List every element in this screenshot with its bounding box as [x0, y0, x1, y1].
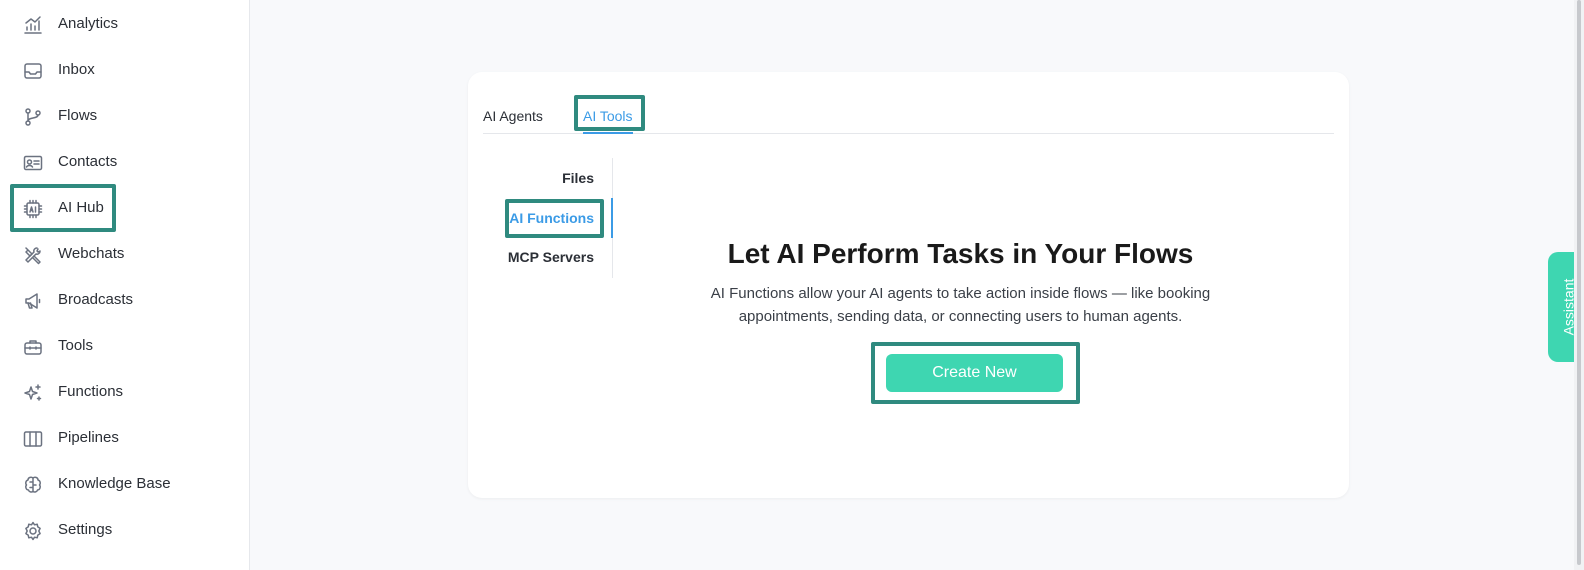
- sparkles-icon: [22, 382, 44, 404]
- megaphone-icon: [22, 290, 44, 312]
- sidebar-item-label: Broadcasts: [58, 291, 134, 308]
- empty-state-title: Let AI Perform Tasks in Your Flows: [727, 238, 1194, 269]
- sidebar-item-label: Flows: [58, 107, 98, 124]
- empty-state-description: AI Functions allow your AI agents to tak…: [710, 285, 1211, 325]
- contact-card-icon: [22, 152, 44, 174]
- sidebar-item-label: AI Hub: [58, 199, 104, 216]
- sidebar-item-label: Contacts: [58, 153, 118, 170]
- sidebar-item-label: Functions: [58, 383, 124, 400]
- gear-icon: [22, 520, 44, 542]
- active-subnav-indicator: [611, 198, 613, 238]
- sidebar-item-ai-hub[interactable]: AI Hub: [0, 188, 250, 228]
- tab-ai-agents[interactable]: AI Agents: [483, 108, 543, 124]
- sidebar-item-label: Tools: [58, 337, 94, 354]
- scrollbar-thumb[interactable]: [1577, 0, 1581, 565]
- sidebar-item-contacts[interactable]: Contacts: [0, 142, 250, 182]
- subnav-item-ai-functions[interactable]: AI Functions: [509, 210, 594, 226]
- sidebar-item-settings[interactable]: Settings: [0, 510, 250, 550]
- sidebar-item-inbox[interactable]: Inbox: [0, 50, 250, 90]
- create-new-button[interactable]: Create New: [886, 354, 1063, 392]
- sidebar-item-flows[interactable]: Flows: [0, 96, 250, 136]
- subnav-item-files[interactable]: Files: [562, 170, 594, 186]
- ai-chip-icon: [22, 198, 44, 220]
- ai-tools-card: AI Agents AI Tools Files AI Functions MC…: [468, 72, 1349, 498]
- sidebar-item-label: Knowledge Base: [58, 475, 171, 492]
- tab-bar: AI Agents AI Tools: [483, 94, 1334, 134]
- sidebar-item-broadcasts[interactable]: Broadcasts: [0, 280, 250, 320]
- tab-ai-tools[interactable]: AI Tools: [583, 108, 633, 124]
- toolbox-icon: [22, 336, 44, 358]
- flows-icon: [22, 106, 44, 128]
- sidebar-item-analytics[interactable]: Analytics: [0, 4, 250, 44]
- columns-icon: [22, 428, 44, 450]
- sidebar-item-label: Pipelines: [58, 429, 119, 446]
- sidebar-item-label: Webchats: [58, 245, 125, 262]
- sidebar: Analytics Inbox Flows Contacts AI Hub We…: [0, 0, 250, 570]
- sidebar-item-knowledge-base[interactable]: Knowledge Base: [0, 464, 250, 504]
- sidebar-item-label: Analytics: [58, 15, 119, 32]
- sidebar-item-label: Settings: [58, 521, 113, 538]
- active-tab-indicator: [583, 132, 633, 134]
- analytics-icon: [22, 14, 44, 36]
- sidebar-item-webchats[interactable]: Webchats: [0, 234, 250, 274]
- tools-cross-icon: [22, 244, 44, 266]
- sidebar-item-pipelines[interactable]: Pipelines: [0, 418, 250, 458]
- sidebar-item-functions[interactable]: Functions: [0, 372, 250, 412]
- ai-tools-subnav: Files AI Functions MCP Servers: [498, 158, 613, 278]
- sidebar-item-label: Inbox: [58, 61, 95, 78]
- sidebar-item-tools[interactable]: Tools: [0, 326, 250, 366]
- inbox-icon: [22, 60, 44, 82]
- app-root: Analytics Inbox Flows Contacts AI Hub We…: [0, 0, 1584, 570]
- subnav-item-mcp-servers[interactable]: MCP Servers: [508, 249, 594, 265]
- brain-icon: [22, 474, 44, 496]
